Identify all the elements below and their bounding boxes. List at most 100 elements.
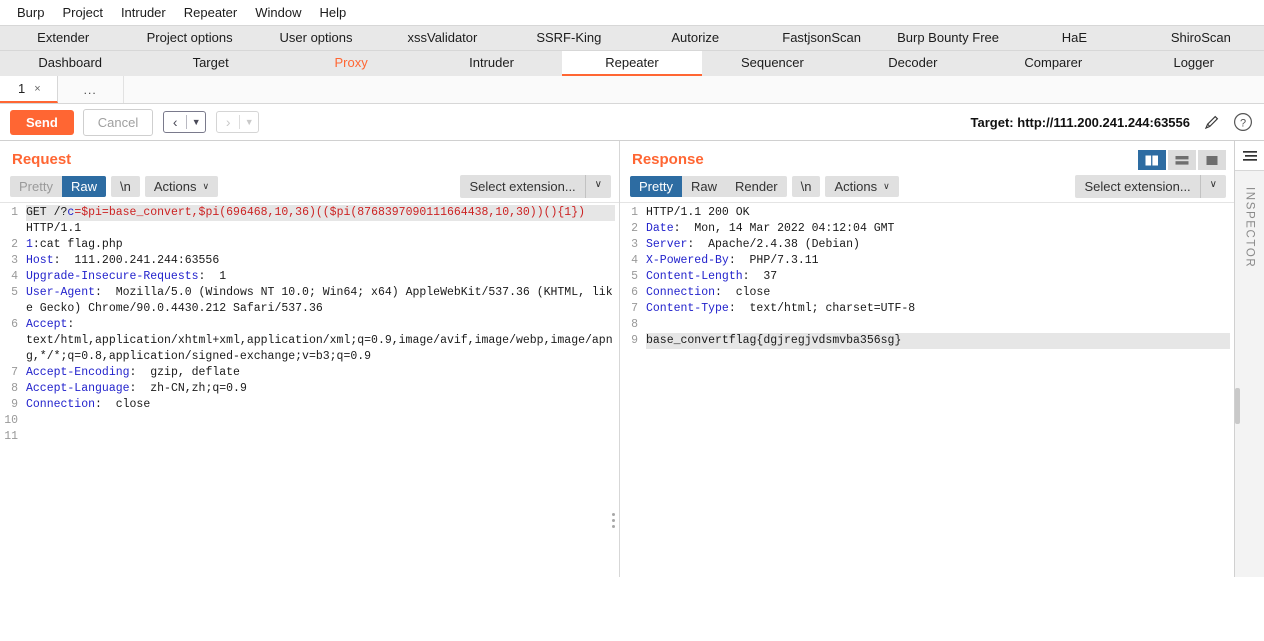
response-code-content[interactable]: HTTP/1.1 200 OK Date: Mon, 14 Mar 2022 04… — [642, 203, 1234, 577]
request-actions-button[interactable]: Actions ∨ — [144, 176, 219, 197]
chevron-left-icon[interactable]: ‹ — [164, 112, 186, 132]
history-forward-group[interactable]: › ▼ — [216, 111, 260, 133]
tab-ssrf-king[interactable]: SSRF-King — [505, 26, 633, 50]
tab-dashboard[interactable]: Dashboard — [0, 51, 141, 76]
code-line[interactable]: Connection: close — [646, 285, 1230, 301]
code-line[interactable]: Connection: close — [26, 397, 615, 413]
line-number: 10 — [4, 414, 18, 427]
chevron-down-icon: ∨ — [883, 181, 890, 191]
chevron-right-icon[interactable]: › — [217, 112, 239, 132]
code-line[interactable]: HTTP/1.1 — [26, 221, 615, 237]
code-line[interactable]: Content-Length: 37 — [646, 269, 1230, 285]
response-editor-toolbar: Pretty Raw Render \n Actions ∨ Select ex… — [620, 175, 1234, 202]
pane-splitter-handle[interactable] — [612, 513, 615, 528]
view-mode-split-vertical[interactable] — [1138, 150, 1166, 170]
tab-logger[interactable]: Logger — [1123, 51, 1264, 76]
request-code-content[interactable]: GET /?c=$pi=base_convert,$pi(696468,10,3… — [22, 203, 619, 577]
response-actions-button[interactable]: Actions ∨ — [825, 176, 899, 197]
tab-fastjsonscan[interactable]: FastjsonScan — [758, 26, 885, 50]
code-line[interactable] — [646, 317, 1230, 333]
code-line[interactable] — [26, 413, 615, 429]
send-button[interactable]: Send — [10, 109, 74, 135]
chevron-down-icon[interactable]: ▼ — [240, 112, 258, 132]
question-mark-icon[interactable]: ? — [1232, 111, 1254, 133]
bottom-filler — [0, 577, 1264, 641]
history-back-group[interactable]: ‹ ▼ — [163, 111, 207, 133]
cancel-button[interactable]: Cancel — [82, 108, 154, 136]
hamburger-icon — [1242, 150, 1257, 161]
code-line[interactable]: Date: Mon, 14 Mar 2022 04:12:04 GMT — [646, 221, 1230, 237]
code-line[interactable]: Accept: — [26, 317, 615, 333]
tab-user-options[interactable]: User options — [252, 26, 380, 50]
tab-burp-bounty-free[interactable]: Burp Bounty Free — [884, 26, 1012, 50]
line-number: 9 — [11, 398, 18, 411]
response-pretty-button[interactable]: Pretty — [630, 176, 682, 197]
chevron-down-icon: ∨ — [594, 179, 602, 190]
request-newline-button[interactable]: \n — [110, 176, 140, 197]
code-line[interactable]: HTTP/1.1 200 OK — [646, 205, 1230, 221]
request-extension-select[interactable]: Select extension... ∨ — [460, 175, 611, 198]
response-raw-button[interactable]: Raw — [682, 176, 726, 197]
request-pretty-button[interactable]: Pretty — [10, 176, 62, 197]
menu-item-window[interactable]: Window — [246, 2, 310, 23]
tab-project-options[interactable]: Project options — [126, 26, 253, 50]
menu-item-project[interactable]: Project — [53, 2, 111, 23]
inspector-scrollbar-thumb[interactable] — [1235, 388, 1240, 425]
repeater-tab-1[interactable]: 1 × — [0, 76, 58, 103]
line-number: 2 — [11, 238, 18, 251]
repeater-tab-add[interactable]: ... — [57, 76, 124, 103]
code-line[interactable]: Content-Type: text/html; charset=UTF-8 — [646, 301, 1230, 317]
response-render-button[interactable]: Render — [726, 176, 787, 197]
line-number: 2 — [631, 222, 638, 235]
line-number — [0, 221, 18, 237]
code-line[interactable]: Accept-Language: zh-CN,zh;q=0.9 — [26, 381, 615, 397]
tab-extender[interactable]: Extender — [0, 26, 127, 50]
code-line[interactable]: Server: Apache/2.4.38 (Debian) — [646, 237, 1230, 253]
request-editor[interactable]: 1 2 3 4 5 6 7 8 9 10 11 GET /?c=$pi=base_convert… — [0, 202, 619, 577]
menu-item-help[interactable]: Help — [310, 2, 355, 23]
line-number: 3 — [11, 254, 18, 267]
extension-tab-row: Extender Project options User options xs… — [0, 25, 1264, 50]
view-mode-split-horizontal[interactable] — [1168, 150, 1196, 170]
request-line-numbers: 1 2 3 4 5 6 7 8 9 10 11 — [0, 203, 22, 577]
code-line[interactable]: User-Agent: Mozilla/5.0 (Windows NT 10.0… — [26, 285, 615, 317]
code-line[interactable] — [26, 429, 615, 445]
tab-shiroscan[interactable]: ShiroScan — [1137, 26, 1264, 50]
tab-hae[interactable]: HaE — [1011, 26, 1138, 50]
pencil-icon[interactable] — [1200, 111, 1222, 133]
view-mode-group — [1138, 141, 1234, 170]
inspector-toggle-button[interactable] — [1235, 141, 1264, 171]
code-line[interactable]: 1:cat flag.php — [26, 237, 615, 253]
tab-xssvalidator[interactable]: xssValidator — [379, 26, 506, 50]
menu-item-intruder[interactable]: Intruder — [112, 2, 175, 23]
code-line[interactable]: X-Powered-By: PHP/7.3.11 — [646, 253, 1230, 269]
tab-decoder[interactable]: Decoder — [842, 51, 984, 76]
tab-proxy[interactable]: Proxy — [280, 51, 422, 76]
close-icon[interactable]: × — [34, 83, 40, 95]
tab-repeater[interactable]: Repeater — [561, 51, 703, 76]
chevron-down-icon[interactable]: ▼ — [187, 112, 205, 132]
code-line[interactable]: text/html,application/xhtml+xml,applicat… — [26, 333, 615, 365]
view-mode-single-pane[interactable] — [1198, 150, 1226, 170]
menu-item-repeater[interactable]: Repeater — [175, 2, 246, 23]
response-title: Response — [632, 151, 704, 168]
tab-autorize[interactable]: Autorize — [632, 26, 759, 50]
menu-item-burp[interactable]: Burp — [8, 2, 53, 23]
tab-comparer[interactable]: Comparer — [983, 51, 1124, 76]
line-number: 7 — [11, 366, 18, 379]
code-line[interactable]: GET /?c=$pi=base_convert,$pi(696468,10,3… — [26, 205, 615, 221]
tab-target[interactable]: Target — [140, 51, 281, 76]
response-editor[interactable]: 1 2 3 4 5 6 7 8 9 HTTP/1.1 200 OK Date: Mon, 14 M… — [620, 202, 1234, 577]
code-line[interactable]: Host: 111.200.241.244:63556 — [26, 253, 615, 269]
request-raw-button[interactable]: Raw — [61, 176, 106, 197]
code-line[interactable]: Upgrade-Insecure-Requests: 1 — [26, 269, 615, 285]
code-line[interactable]: Accept-Encoding: gzip, deflate — [26, 365, 615, 381]
line-number: 1 — [631, 206, 638, 219]
response-extension-select[interactable]: Select extension... ∨ — [1075, 175, 1226, 198]
response-newline-button[interactable]: \n — [791, 176, 821, 197]
tab-intruder[interactable]: Intruder — [421, 51, 562, 76]
code-line[interactable]: base_convertflag{dgjregjvdsmvba356sg} — [646, 333, 1230, 349]
line-number: 5 — [11, 286, 18, 299]
tab-sequencer[interactable]: Sequencer — [702, 51, 843, 76]
line-number: 3 — [631, 238, 638, 251]
